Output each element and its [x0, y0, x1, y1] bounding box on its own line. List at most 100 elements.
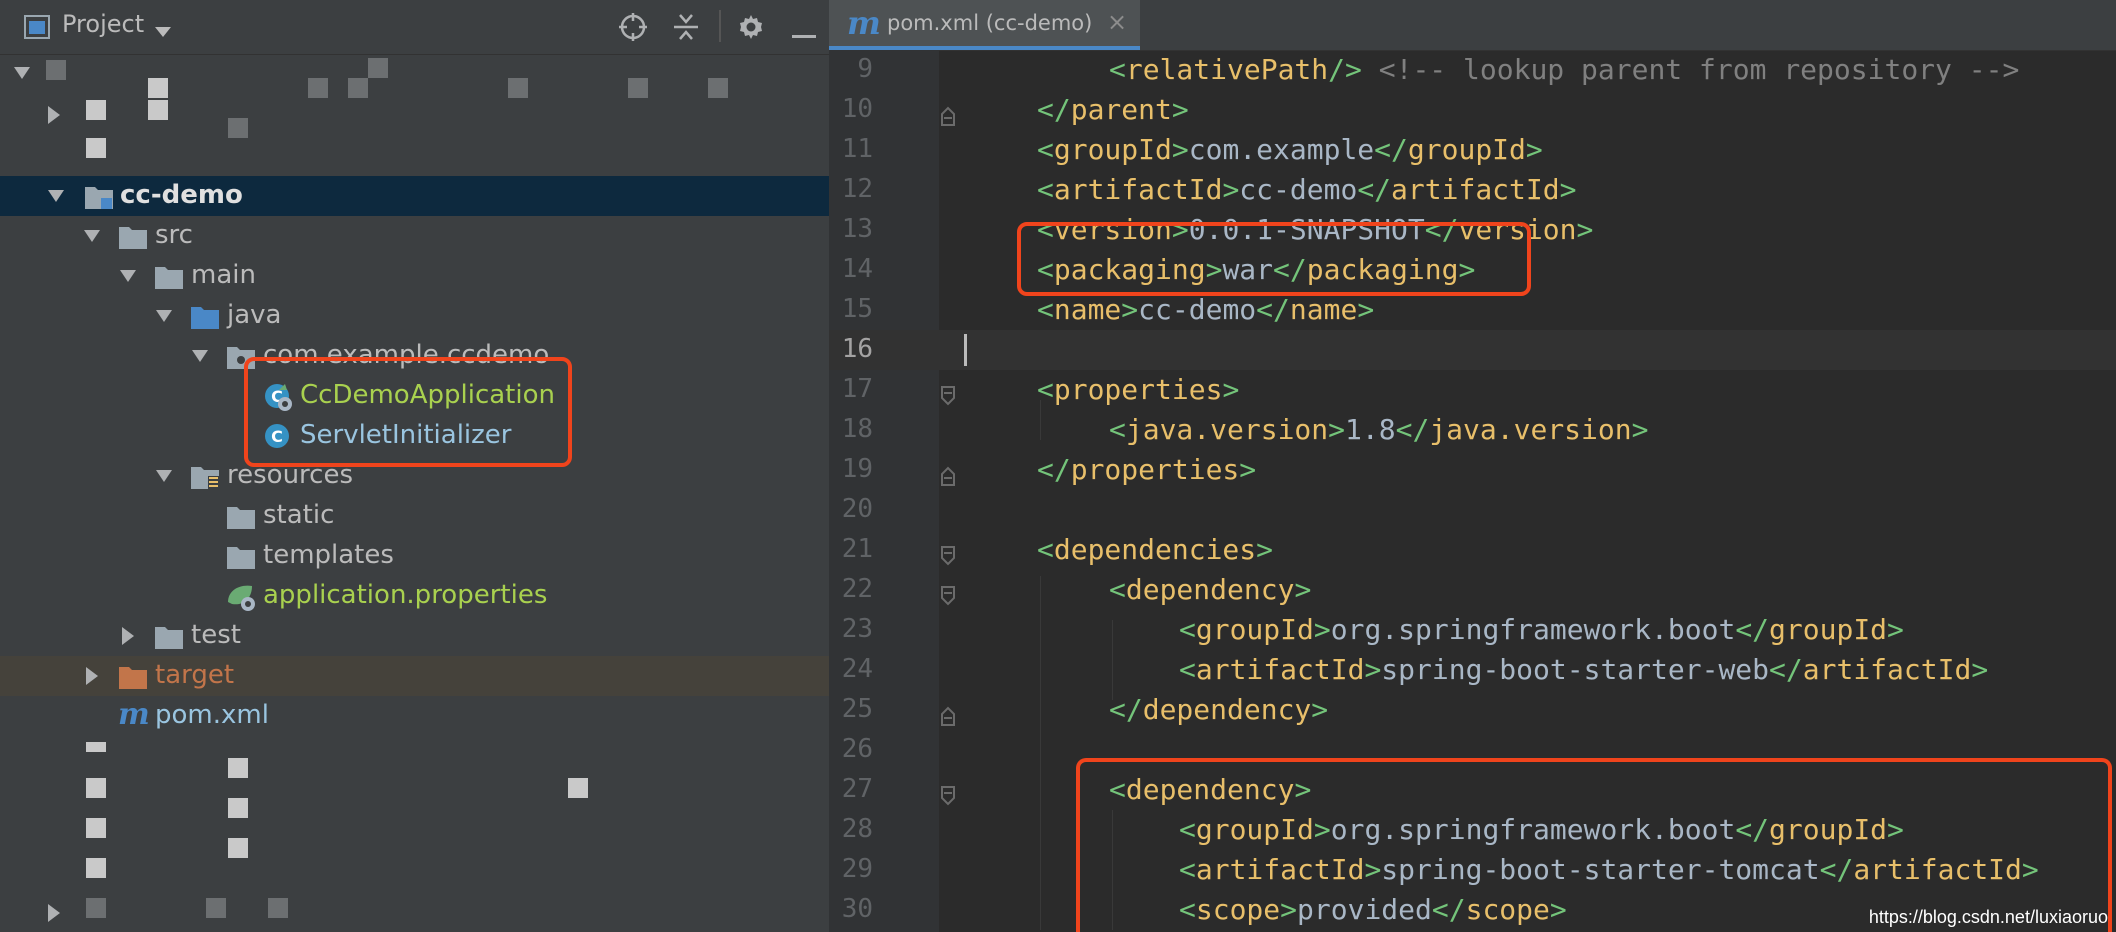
line-number: 17 — [841, 374, 873, 404]
code-text: </parent> — [1037, 93, 1189, 126]
chevron-down-icon[interactable] — [154, 465, 174, 487]
tab-label: pom.xml (cc-demo) — [887, 11, 1093, 35]
module-folder-icon — [84, 184, 114, 214]
tree-node-pom-xml[interactable]: m pom.xml — [0, 696, 829, 736]
code-line-25: 25 </dependency> — [829, 690, 2116, 730]
line-number: 15 — [841, 294, 873, 324]
collapse-all-icon[interactable] — [672, 12, 700, 46]
chevron-down-icon[interactable] — [46, 185, 66, 207]
code-line-17: 17 <properties> — [829, 370, 2116, 410]
code-text: <artifactId>spring-boot-starter-web</art… — [1179, 653, 1989, 686]
line-number: 12 — [841, 174, 873, 204]
code-text: </properties> — [1037, 453, 1257, 486]
tree-label-java: java — [227, 300, 282, 330]
line-number: 30 — [841, 894, 873, 924]
dropdown-chevron-icon[interactable] — [155, 22, 171, 41]
code-text: <artifactId>cc-demo</artifactId> — [1037, 173, 1577, 206]
project-panel-header: Project — [0, 0, 829, 55]
code-text: <dependencies> — [1037, 533, 1274, 566]
fold-end-icon[interactable] — [940, 100, 956, 133]
code-text: <groupId>com.example</groupId> — [1037, 133, 1543, 166]
code-line-16: 16 — [829, 330, 2116, 370]
line-number: 21 — [841, 534, 873, 564]
fold-start-icon[interactable] — [940, 780, 956, 813]
code-line-10: 10 </parent> — [829, 90, 2116, 130]
folder-icon — [154, 264, 184, 294]
line-number: 10 — [841, 94, 873, 124]
fold-start-icon[interactable] — [940, 380, 956, 413]
code-line-19: 19 </properties> — [829, 450, 2116, 490]
code-line-20: 20 — [829, 490, 2116, 530]
tree-label-templates: templates — [263, 540, 394, 570]
annotation-box-packaging — [1017, 222, 1531, 296]
code-line-18: 18 <java.version>1.8</java.version> — [829, 410, 2116, 450]
tab-pom-xml[interactable]: m pom.xml (cc-demo) × — [829, 0, 1140, 50]
tree-node-src[interactable]: src — [0, 216, 829, 256]
code-text: <dependency> — [1109, 573, 1312, 606]
chevron-down-icon[interactable] — [12, 62, 32, 84]
code-line-21: 21 <dependencies> — [829, 530, 2116, 570]
excluded-folder-icon — [118, 664, 148, 694]
svg-text:m: m — [118, 698, 150, 730]
gear-icon[interactable] — [736, 12, 766, 46]
chevron-right-icon[interactable] — [44, 104, 64, 126]
line-number: 27 — [841, 774, 873, 804]
line-number: 18 — [841, 414, 873, 444]
fold-end-icon[interactable] — [940, 460, 956, 493]
code-text: <relativePath/> <!-- lookup parent from … — [1109, 53, 2020, 86]
tree-label-src: src — [155, 220, 193, 250]
line-number: 9 — [857, 54, 873, 84]
spring-properties-icon — [226, 582, 258, 616]
svg-text:m: m — [847, 4, 879, 42]
chevron-down-icon[interactable] — [154, 305, 174, 327]
code-line-24: 24 <artifactId>spring-boot-starter-web</… — [829, 650, 2116, 690]
line-number: 22 — [841, 574, 873, 604]
code-line-23: 23 <groupId>org.springframework.boot</gr… — [829, 610, 2116, 650]
tab-close-icon[interactable]: × — [1107, 8, 1127, 36]
text-cursor — [964, 334, 967, 366]
line-number: 20 — [841, 494, 873, 524]
code-line-9: 9 <relativePath/> <!-- lookup parent fro… — [829, 50, 2116, 90]
code-line-11: 11 <groupId>com.example</groupId> — [829, 130, 2116, 170]
chevron-down-icon[interactable] — [118, 265, 138, 287]
line-number: 25 — [841, 694, 873, 724]
tree-label-test: test — [191, 620, 241, 650]
project-tool-window: Project cc-demo src main java com.exampl… — [0, 0, 829, 932]
chevron-down-icon[interactable] — [190, 345, 210, 367]
code-text: <properties> — [1037, 373, 1240, 406]
tree-node-cc-demo[interactable]: cc-demo — [0, 176, 829, 216]
line-number: 24 — [841, 654, 873, 684]
chevron-down-icon[interactable] — [82, 225, 102, 247]
chevron-right-icon[interactable] — [118, 625, 138, 647]
tree-node-application-properties[interactable]: application.properties — [0, 576, 829, 616]
tree-node-static[interactable]: static — [0, 496, 829, 536]
tree-node-templates[interactable]: templates — [0, 536, 829, 576]
line-number: 19 — [841, 454, 873, 484]
code-text: <name>cc-demo</name> — [1037, 293, 1375, 326]
header-divider — [719, 10, 721, 42]
source-folder-icon — [190, 304, 220, 334]
tree-node-test[interactable]: test — [0, 616, 829, 656]
tree-node-target[interactable]: target — [0, 656, 829, 696]
line-number: 14 — [841, 254, 873, 284]
maven-icon: m — [847, 2, 881, 46]
fold-start-icon[interactable] — [940, 580, 956, 613]
chevron-right-icon[interactable] — [44, 902, 64, 924]
chevron-right-icon[interactable] — [82, 665, 102, 687]
code-text: <java.version>1.8</java.version> — [1109, 413, 1649, 446]
project-panel-title[interactable]: Project — [62, 10, 144, 38]
editor-tab-bar: m pom.xml (cc-demo) × — [829, 0, 2116, 51]
fold-start-icon[interactable] — [940, 540, 956, 573]
line-number: 11 — [841, 134, 873, 164]
line-number: 28 — [841, 814, 873, 844]
minimize-icon[interactable] — [792, 24, 816, 43]
project-view-icon[interactable] — [24, 15, 50, 43]
maven-icon: m — [118, 697, 150, 734]
tree-node-java[interactable]: java — [0, 296, 829, 336]
tree-label-main: main — [191, 260, 256, 290]
code-line-12: 12 <artifactId>cc-demo</artifactId> — [829, 170, 2116, 210]
tree-node-main[interactable]: main — [0, 256, 829, 296]
line-number: 13 — [841, 214, 873, 244]
locate-icon[interactable] — [618, 12, 648, 46]
fold-end-icon[interactable] — [940, 700, 956, 733]
